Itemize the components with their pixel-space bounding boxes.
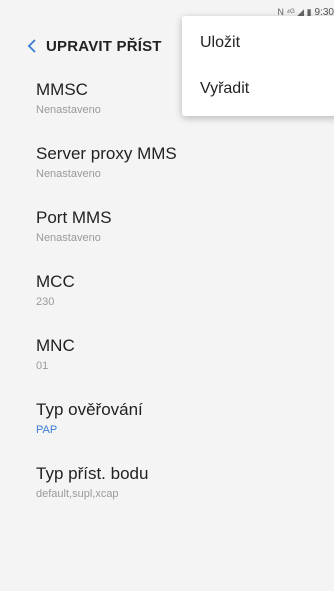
- setting-auth-type[interactable]: Typ ověřování PAP: [0, 386, 334, 450]
- setting-mcc[interactable]: MCC 230: [0, 258, 334, 322]
- setting-title: Typ ověřování: [36, 399, 143, 419]
- setting-apn-type[interactable]: Typ příst. bodu default,supl,xcap: [0, 450, 334, 514]
- setting-mms-proxy[interactable]: Server proxy MMS Nenastaveno: [0, 130, 334, 194]
- setting-value: default,supl,xcap: [36, 487, 119, 500]
- menu-item-discard[interactable]: Vyřadit: [182, 66, 334, 112]
- setting-title: MCC: [36, 271, 75, 291]
- settings-list: MMSC Nenastaveno Server proxy MMS Nenast…: [0, 66, 334, 514]
- setting-title: Port MMS: [36, 207, 112, 227]
- setting-title: Server proxy MMS: [36, 143, 177, 163]
- setting-title: MNC: [36, 335, 75, 355]
- setting-mnc[interactable]: MNC 01: [0, 322, 334, 386]
- setting-value: 230: [36, 295, 55, 308]
- setting-value: PAP: [36, 423, 58, 436]
- page-title: UPRAVIT PŘÍST: [46, 37, 162, 55]
- setting-value: 01: [36, 359, 49, 372]
- setting-mms-port[interactable]: Port MMS Nenastaveno: [0, 194, 334, 258]
- setting-title: Typ příst. bodu: [36, 463, 149, 483]
- setting-value: Nenastaveno: [36, 231, 101, 244]
- overflow-menu: Uložit Vyřadit: [182, 16, 334, 116]
- menu-item-save[interactable]: Uložit: [182, 20, 334, 66]
- back-arrow-icon[interactable]: [18, 26, 46, 66]
- setting-value: Nenastaveno: [36, 167, 101, 180]
